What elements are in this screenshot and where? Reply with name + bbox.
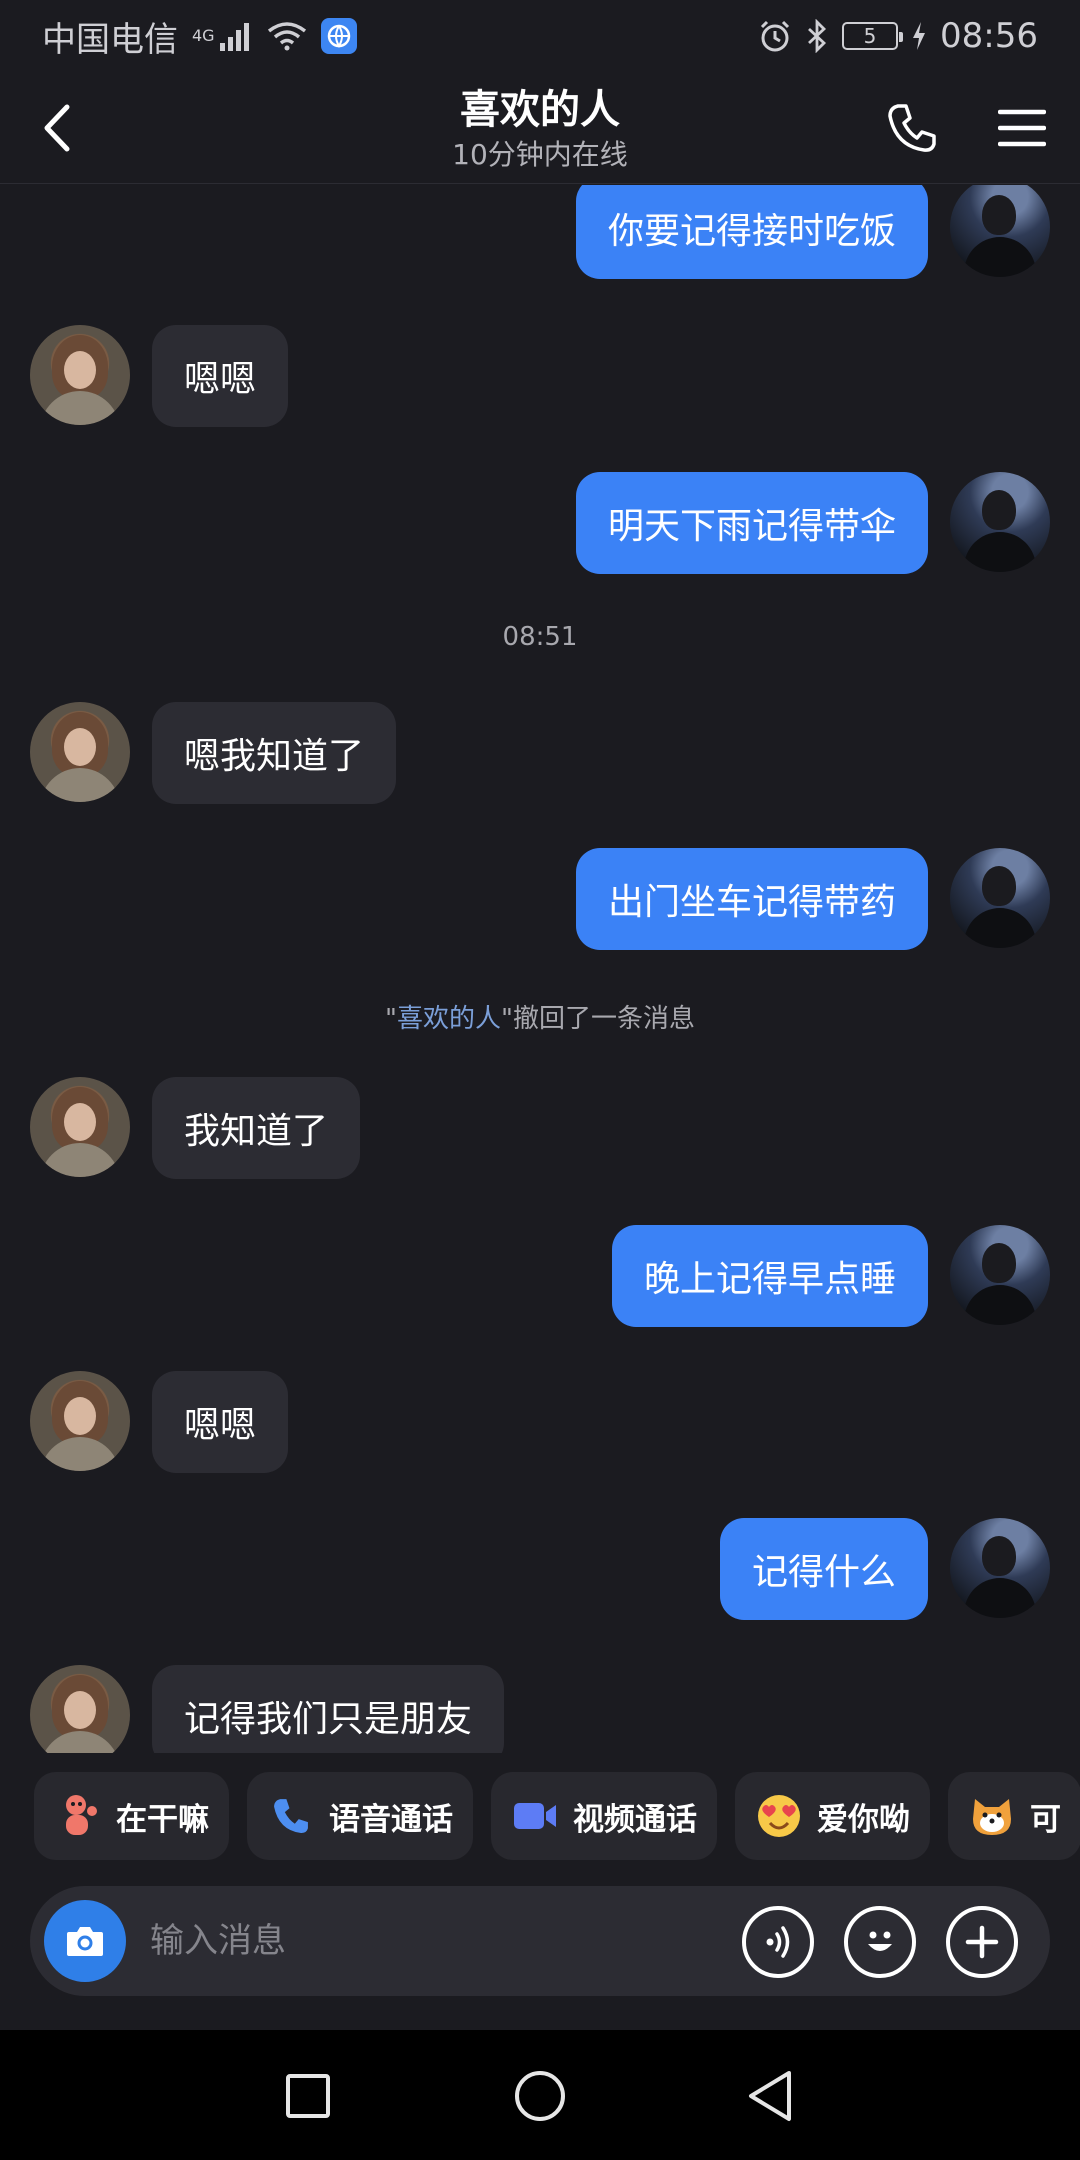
carrier-label: 中国电信 xyxy=(42,19,178,60)
charging-icon xyxy=(912,21,926,51)
heart-eyes-emoji-icon xyxy=(755,1792,803,1840)
quick-action-video-call[interactable]: 视频通话 xyxy=(491,1772,717,1860)
recall-notice: "喜欢的人"撤回了一条消息 xyxy=(0,998,1080,1035)
message-bubble-incoming[interactable]: 我知道了 xyxy=(152,1077,361,1179)
contact-avatar[interactable] xyxy=(30,1371,130,1471)
triangle-back-icon xyxy=(749,2071,791,2121)
quick-action-label: 可 xyxy=(1030,1801,1061,1838)
message-input-bar xyxy=(30,1886,1050,1996)
message-row-outgoing: 出门坐车记得带药 xyxy=(0,848,1080,952)
home-button[interactable] xyxy=(512,2068,568,2124)
quick-action-love-you[interactable]: 爱你呦 xyxy=(735,1772,930,1860)
message-bubble-outgoing[interactable]: 记得什么 xyxy=(719,1518,928,1620)
network-type-label: 4G xyxy=(192,25,215,45)
self-avatar[interactable] xyxy=(950,472,1050,572)
battery-icon: 5 xyxy=(842,22,904,50)
recall-contact-name[interactable]: 喜欢的人 xyxy=(397,1004,501,1034)
contact-avatar[interactable] xyxy=(30,702,130,802)
message-bubble-outgoing[interactable]: 明天下雨记得带伞 xyxy=(575,472,928,574)
self-avatar[interactable] xyxy=(950,1225,1050,1325)
contact-avatar[interactable] xyxy=(30,1077,130,1177)
contact-avatar[interactable] xyxy=(30,325,130,425)
quick-action-whatsup[interactable]: 在干嘛 xyxy=(34,1772,229,1860)
recall-quote-open: " xyxy=(385,1004,397,1034)
message-bubble-incoming[interactable]: 记得我们只是朋友 xyxy=(152,1665,505,1753)
circle-icon xyxy=(515,2071,565,2121)
more-button[interactable] xyxy=(946,1906,1018,1978)
recall-notice-text: "撤回了一条消息 xyxy=(501,1004,695,1034)
voice-wave-icon xyxy=(766,1926,790,1958)
self-avatar[interactable] xyxy=(950,848,1050,948)
video-camera-icon xyxy=(511,1792,559,1840)
message-bubble-outgoing[interactable]: 你要记得接时吃饭 xyxy=(575,185,928,279)
browser-app-icon xyxy=(320,18,357,54)
system-navigation-bar xyxy=(0,2030,1080,2160)
message-row-incoming: 我知道了 xyxy=(0,1077,1080,1181)
square-icon xyxy=(286,2074,330,2118)
message-row-outgoing: 记得什么 xyxy=(0,1518,1080,1622)
dog-emoji-icon xyxy=(968,1792,1016,1840)
chat-header: 喜欢的人 10分钟内在线 xyxy=(0,72,1080,184)
quick-action-bar: 在干嘛 语音通话 视频通话 爱你呦 可 xyxy=(0,1772,1080,1864)
clock-label: 08:56 xyxy=(940,16,1038,56)
battery-level-label: 5 xyxy=(863,24,877,48)
quick-action-label: 视频通话 xyxy=(573,1801,697,1838)
plus-icon xyxy=(965,1925,999,1959)
message-bubble-incoming[interactable]: 嗯嗯 xyxy=(152,325,289,427)
message-list[interactable]: 你要记得接时吃饭 嗯嗯 明天下雨记得带伞 08:51 嗯我知道了 出门坐车记得带… xyxy=(0,185,1080,1753)
back-nav-button[interactable] xyxy=(742,2068,798,2124)
message-row-outgoing: 你要记得接时吃饭 xyxy=(0,185,1080,281)
quick-action-label: 语音通话 xyxy=(329,1801,453,1838)
phone-icon xyxy=(888,104,936,152)
wifi-icon xyxy=(267,21,307,51)
message-row-incoming: 嗯嗯 xyxy=(0,1371,1080,1475)
quick-action-label: 在干嘛 xyxy=(116,1801,209,1838)
time-separator: 08:51 xyxy=(502,622,578,652)
quick-action-cute[interactable]: 可 xyxy=(948,1772,1080,1860)
contact-avatar[interactable] xyxy=(30,1665,130,1753)
status-bar: 中国电信 4G 5 08:56 xyxy=(0,0,1080,72)
message-bubble-incoming[interactable]: 嗯我知道了 xyxy=(152,702,397,804)
message-input[interactable] xyxy=(150,1906,710,1976)
waving-figure-icon xyxy=(54,1792,102,1840)
bluetooth-icon xyxy=(806,19,828,53)
message-row-incoming: 记得我们只是朋友 xyxy=(0,1665,1080,1753)
quick-action-label: 爱你呦 xyxy=(817,1801,910,1838)
camera-icon xyxy=(67,1927,103,1956)
voice-input-button[interactable] xyxy=(742,1906,814,1978)
smiley-icon xyxy=(868,1931,892,1951)
message-row-outgoing: 明天下雨记得带伞 xyxy=(0,472,1080,576)
signal-icon xyxy=(219,21,253,51)
voice-call-button[interactable] xyxy=(880,96,944,160)
message-row-incoming: 嗯我知道了 xyxy=(0,702,1080,806)
message-bubble-outgoing[interactable]: 出门坐车记得带药 xyxy=(575,848,928,950)
self-avatar[interactable] xyxy=(950,1518,1050,1618)
menu-button[interactable] xyxy=(990,96,1054,160)
message-row-outgoing: 晚上记得早点睡 xyxy=(0,1225,1080,1329)
emoji-button[interactable] xyxy=(844,1906,916,1978)
self-avatar[interactable] xyxy=(950,185,1050,277)
message-row-incoming: 嗯嗯 xyxy=(0,325,1080,429)
alarm-icon xyxy=(758,19,792,53)
phone-icon xyxy=(267,1792,315,1840)
recent-apps-button[interactable] xyxy=(280,2068,336,2124)
hamburger-menu-icon xyxy=(998,109,1046,147)
camera-button[interactable] xyxy=(44,1900,126,1982)
quick-action-voice-call[interactable]: 语音通话 xyxy=(247,1772,473,1860)
message-bubble-outgoing[interactable]: 晚上记得早点睡 xyxy=(611,1225,928,1327)
message-bubble-incoming[interactable]: 嗯嗯 xyxy=(152,1371,289,1473)
